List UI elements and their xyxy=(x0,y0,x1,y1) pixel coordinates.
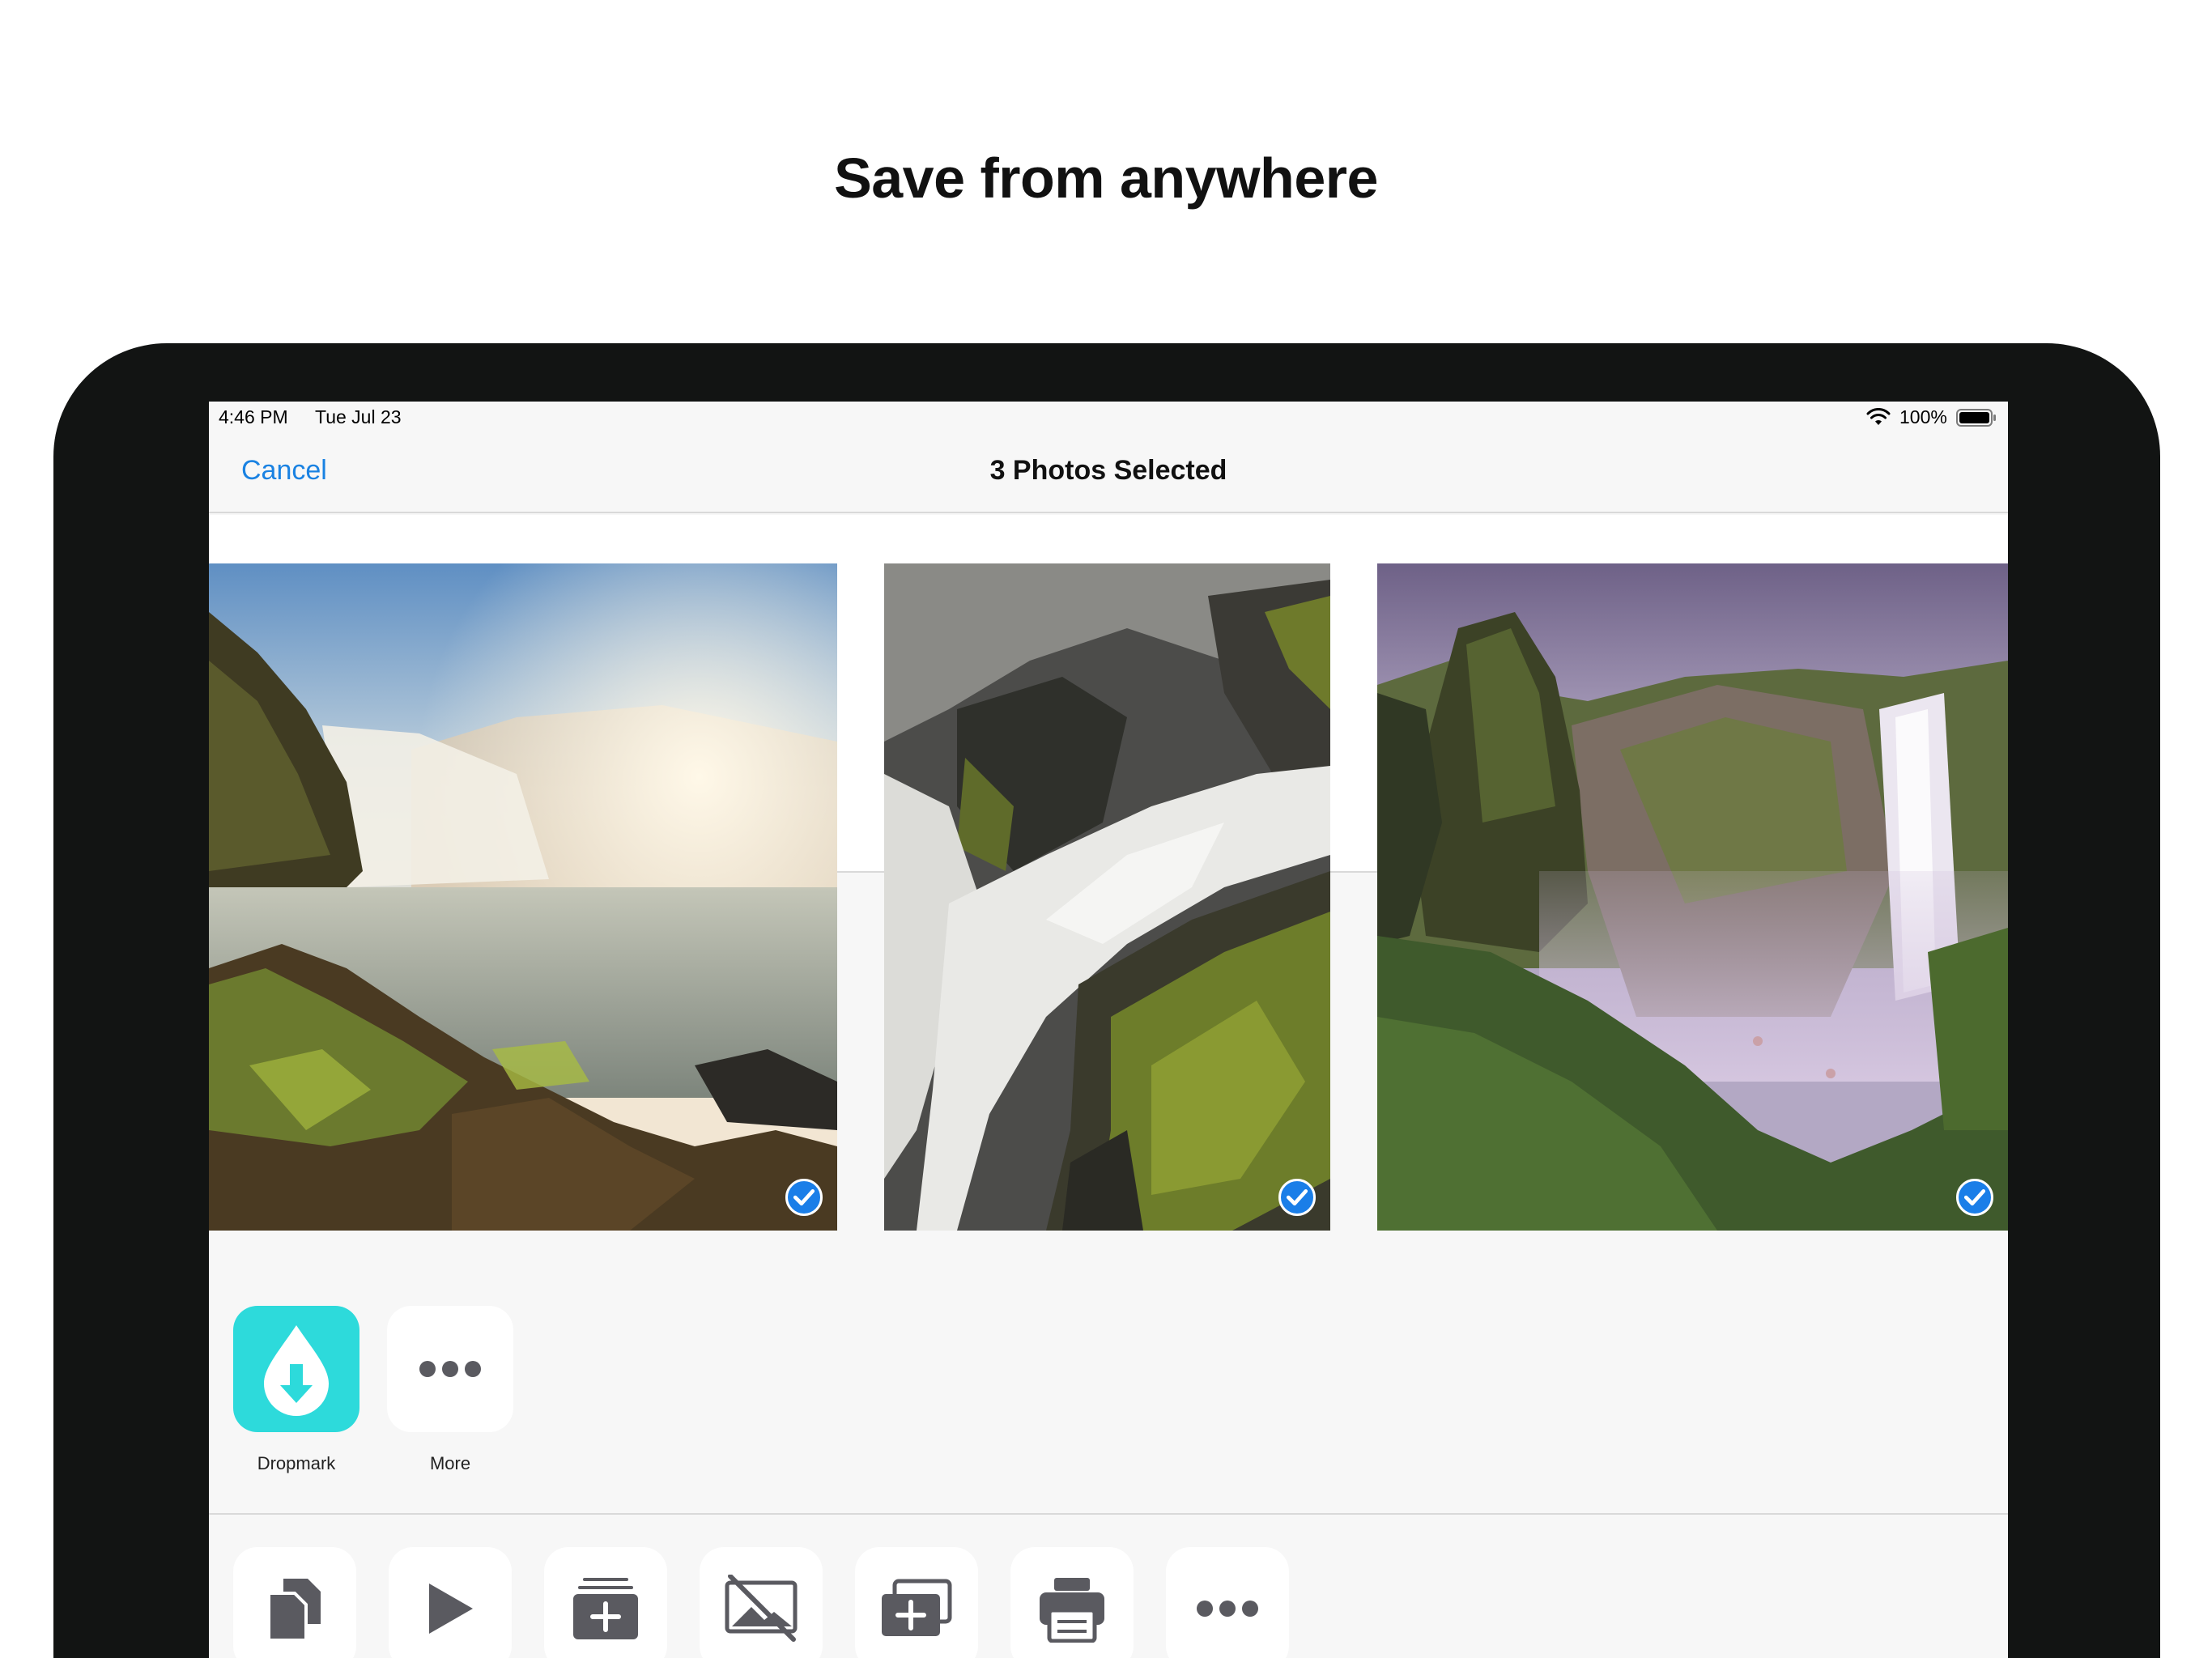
app-label: Dropmark xyxy=(257,1453,336,1473)
add-to-shared-album-action[interactable] xyxy=(855,1547,978,1658)
slideshow-action[interactable] xyxy=(389,1547,512,1658)
print-action[interactable] xyxy=(1010,1547,1134,1658)
more-icon xyxy=(1197,1601,1258,1617)
share-action-row xyxy=(209,1516,2008,1658)
hide-action[interactable] xyxy=(700,1547,823,1658)
slideshow-icon xyxy=(429,1584,473,1634)
add-to-shared-album-icon xyxy=(882,1579,952,1636)
app-more[interactable]: More xyxy=(385,1306,515,1474)
selected-check-icon xyxy=(785,1179,823,1216)
add-to-album-action[interactable] xyxy=(544,1547,667,1658)
dropmark-icon xyxy=(233,1306,359,1432)
more-icon xyxy=(387,1306,513,1432)
nav-bar: Cancel 3 Photos Selected xyxy=(209,434,2008,513)
status-date: Tue Jul 23 xyxy=(315,406,402,427)
photo-strip xyxy=(209,515,2008,1231)
more-action[interactable] xyxy=(1166,1547,1289,1658)
status-time: 4:46 PM xyxy=(219,406,288,427)
photo-thumbnail[interactable] xyxy=(884,563,1330,1231)
hide-icon xyxy=(725,1575,798,1642)
app-dropmark[interactable]: Dropmark xyxy=(232,1306,361,1474)
waterfall-photo xyxy=(884,563,1330,1231)
share-app-row: Dropmark More xyxy=(209,1280,2008,1515)
waterfall-photo xyxy=(209,563,837,1231)
wifi-icon xyxy=(1866,408,1891,425)
copy-icon xyxy=(267,1579,321,1642)
page-headline: Save from anywhere xyxy=(834,147,1378,210)
photo-thumbnail[interactable] xyxy=(209,563,837,1231)
app-label: More xyxy=(429,1453,471,1473)
selected-check-icon xyxy=(1278,1179,1316,1216)
copy-action[interactable] xyxy=(233,1547,356,1658)
status-bar: 4:46 PM Tue Jul 23 100% xyxy=(209,402,2008,434)
nav-title: 3 Photos Selected xyxy=(989,455,1227,486)
selected-check-icon xyxy=(1956,1179,1993,1216)
battery-icon xyxy=(1956,409,1996,427)
photo-thumbnail[interactable] xyxy=(1377,563,2008,1231)
waterfall-photo xyxy=(1377,563,2008,1231)
battery-percent: 100% xyxy=(1899,406,1947,427)
add-to-album-icon xyxy=(573,1578,638,1639)
share-sheet-screen: 4:46 PM Tue Jul 23 100% Cancel 3 Photos … xyxy=(209,402,2008,1658)
print-icon xyxy=(1040,1578,1104,1643)
